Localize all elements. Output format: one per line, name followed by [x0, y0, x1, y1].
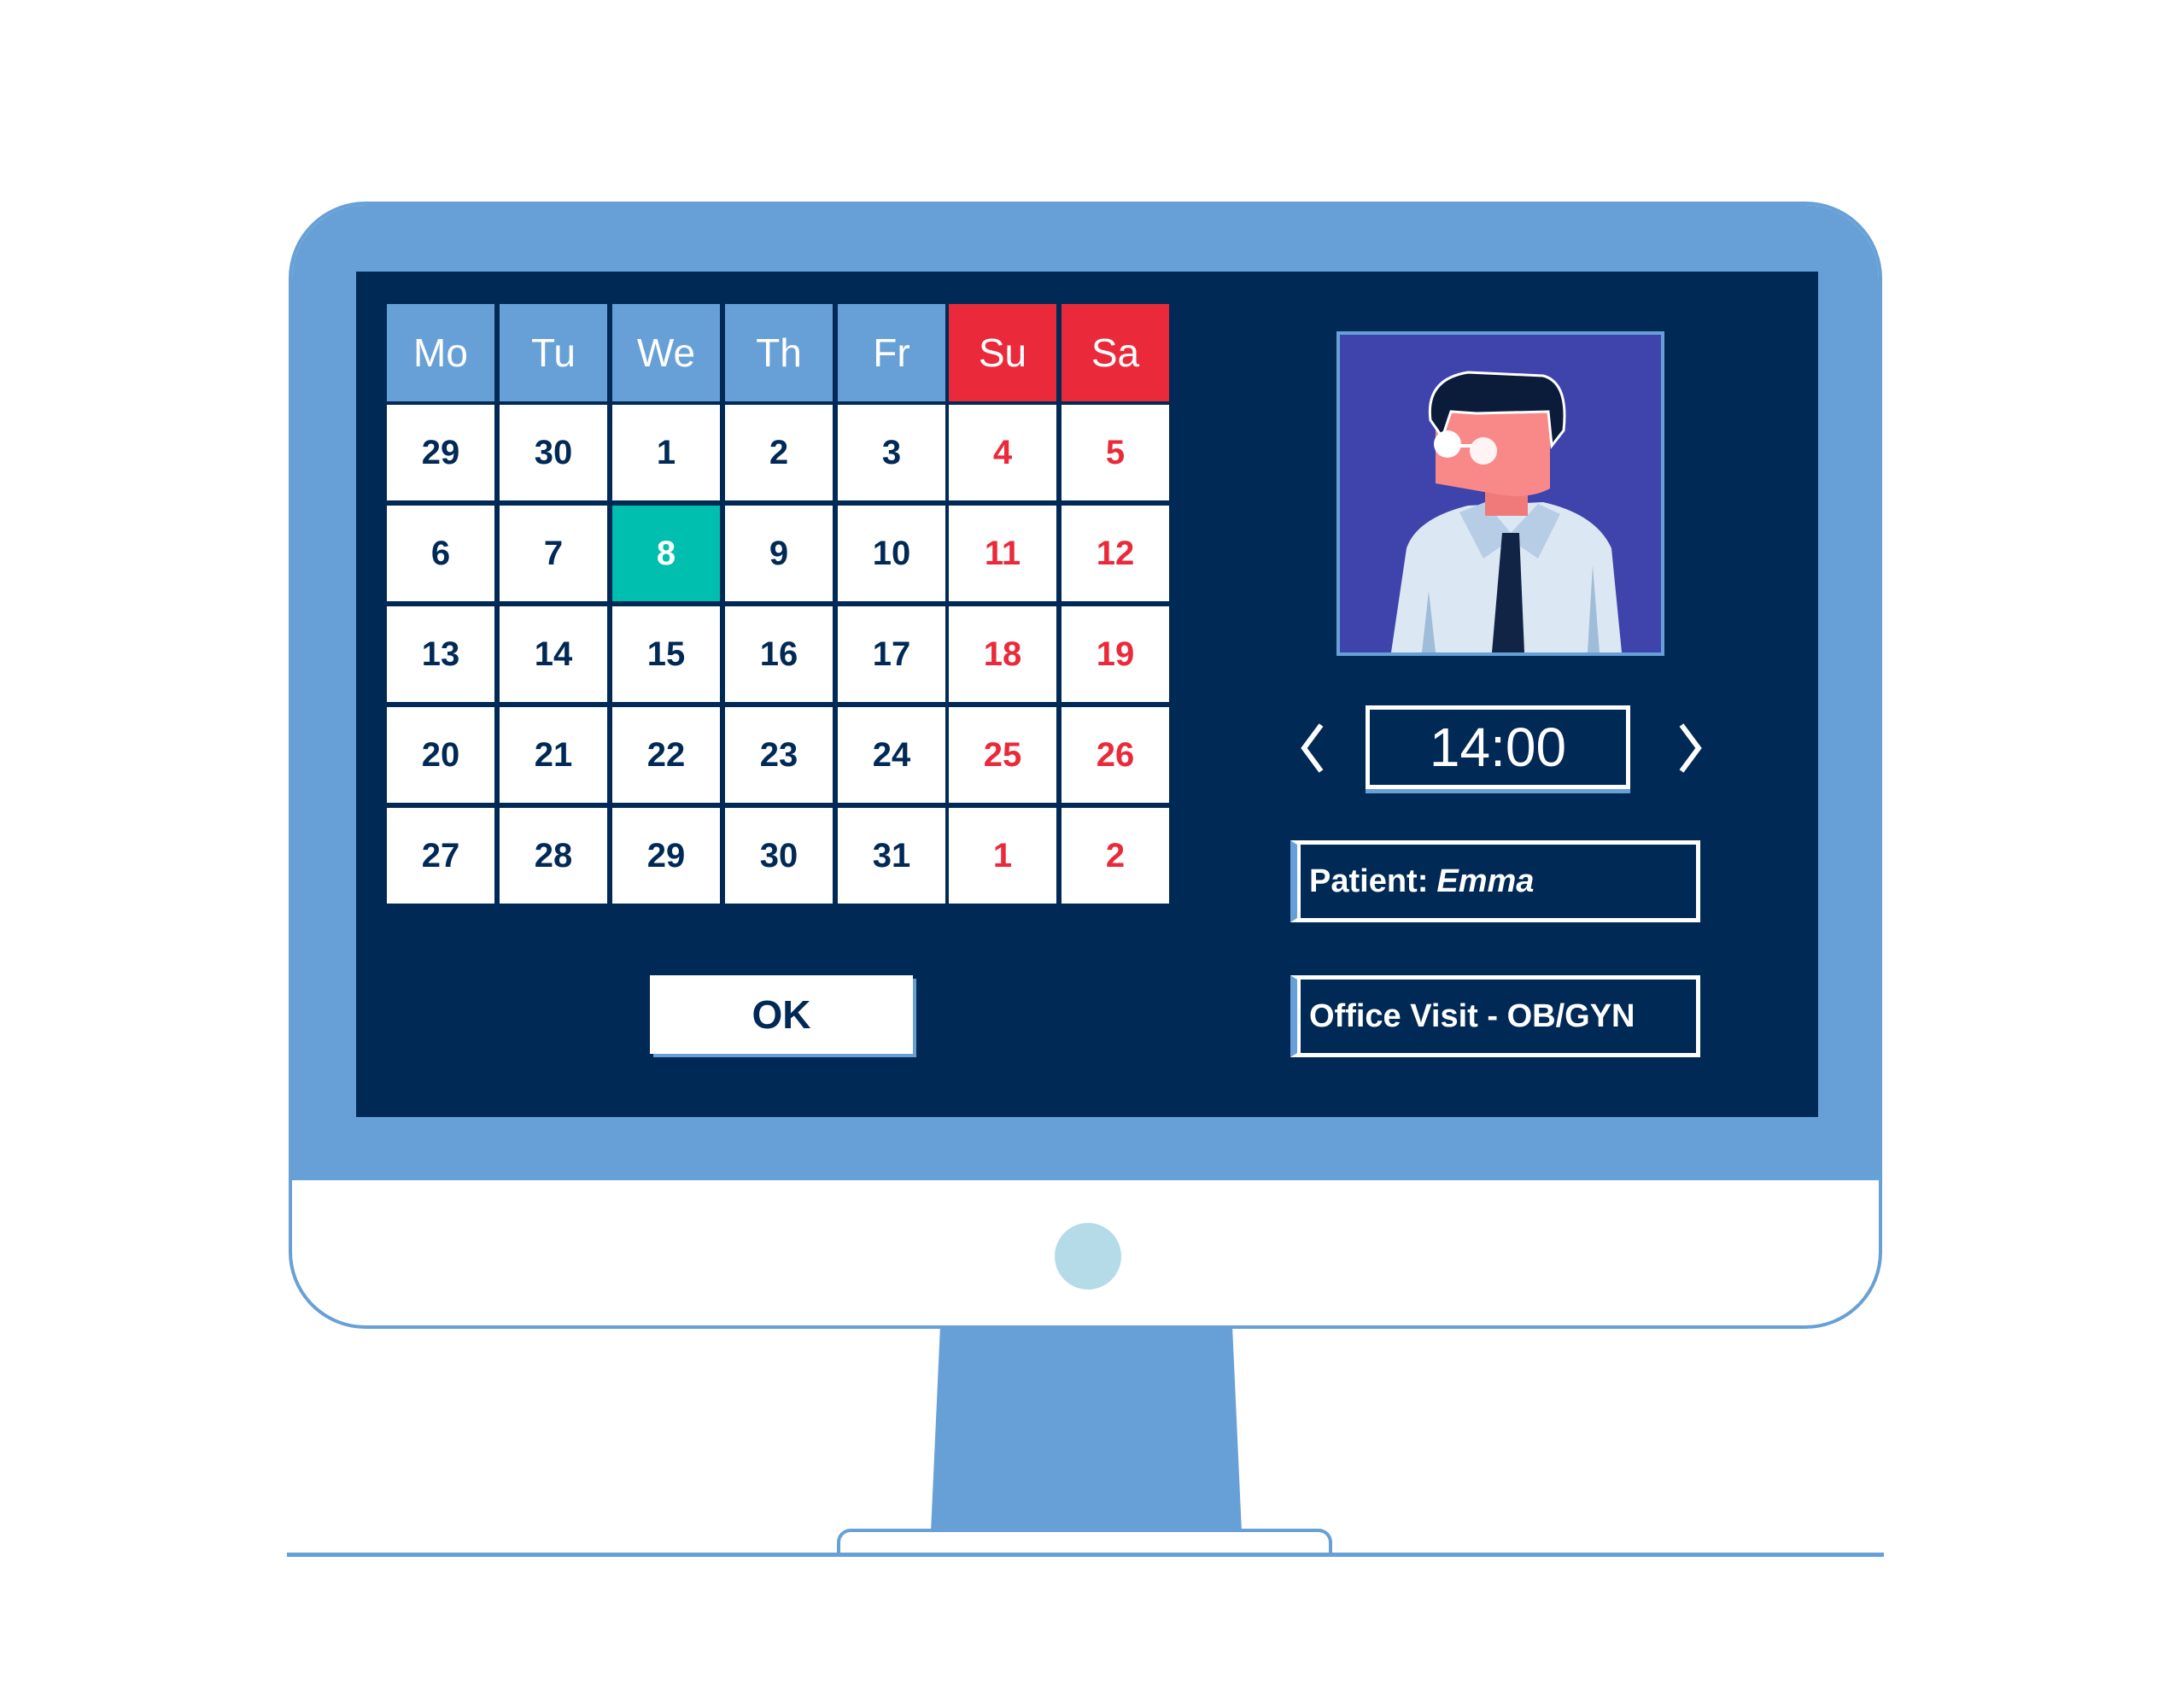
calendar-day[interactable]: 29: [612, 808, 720, 904]
doctor-avatar-illustration: [1391, 371, 1622, 652]
calendar-day[interactable]: 24: [838, 707, 945, 803]
calendar-day[interactable]: 30: [500, 405, 607, 500]
calendar-day-weekend[interactable]: 19: [1062, 606, 1169, 702]
doctor-avatar: [1336, 331, 1664, 656]
calendar-day-weekend[interactable]: 4: [949, 405, 1056, 500]
calendar-day[interactable]: 3: [838, 405, 945, 500]
calendar-day[interactable]: 14: [500, 606, 607, 702]
calendar-week: 13 14 15 16 17 18 19: [387, 606, 1173, 707]
time-next-button[interactable]: [1664, 714, 1716, 782]
illustration-stage: Mo Tu We Th Fr Su Sa 29 30 1 2 3 4 5 6 7…: [0, 0, 2164, 1708]
calendar-day[interactable]: 28: [500, 808, 607, 904]
screen: Mo Tu We Th Fr Su Sa 29 30 1 2 3 4 5 6 7…: [356, 272, 1818, 1117]
calendar-day[interactable]: 30: [725, 808, 833, 904]
calendar-week: 6 7 8 9 10 11 12: [387, 506, 1173, 606]
calendar-day[interactable]: 22: [612, 707, 720, 803]
weekday-header: Th: [725, 304, 833, 401]
calendar-day[interactable]: 7: [500, 506, 607, 601]
calendar-day[interactable]: 16: [725, 606, 833, 702]
calendar-grid: 29 30 1 2 3 4 5 6 7 8 9 10 11 12 13 14 1…: [387, 405, 1173, 909]
patient-name: Emma: [1436, 863, 1535, 899]
monitor-stand-base: [837, 1529, 1332, 1554]
calendar-day[interactable]: 15: [612, 606, 720, 702]
weekday-header-weekend: Su: [949, 304, 1056, 401]
calendar-day-weekend[interactable]: 2: [1062, 808, 1169, 904]
patient-label: Patient:: [1309, 863, 1429, 899]
calendar-day-weekend[interactable]: 18: [949, 606, 1056, 702]
calendar-day[interactable]: 27: [387, 808, 494, 904]
calendar-day[interactable]: 23: [725, 707, 833, 803]
calendar-day[interactable]: 21: [500, 707, 607, 803]
calendar-week: 27 28 29 30 31 1 2: [387, 808, 1173, 909]
floor-line: [287, 1553, 1884, 1557]
calendar-day[interactable]: 10: [838, 506, 945, 601]
calendar-day-weekend[interactable]: 5: [1062, 405, 1169, 500]
calendar-day[interactable]: 13: [387, 606, 494, 702]
weekday-header: Fr: [838, 304, 945, 401]
monitor: Mo Tu We Th Fr Su Sa 29 30 1 2 3 4 5 6 7…: [289, 202, 1882, 1329]
monitor-stand: [931, 1327, 1242, 1532]
calendar-day[interactable]: 20: [387, 707, 494, 803]
calendar-day-weekend[interactable]: 1: [949, 808, 1056, 904]
calendar-day[interactable]: 6: [387, 506, 494, 601]
chevron-left-icon: [1301, 723, 1324, 773]
weekday-header-weekend: Sa: [1062, 304, 1169, 401]
calendar-day[interactable]: 9: [725, 506, 833, 601]
weekday-header: Mo: [387, 304, 494, 401]
patient-field[interactable]: Patient: Emma: [1290, 840, 1700, 922]
chevron-right-icon: [1679, 723, 1702, 773]
power-button-icon: [1055, 1223, 1121, 1290]
calendar-week: 20 21 22 23 24 25 26: [387, 707, 1173, 808]
visit-type-field[interactable]: Office Visit - OB/GYN: [1290, 975, 1700, 1057]
calendar-day-weekend[interactable]: 12: [1062, 506, 1169, 601]
weekday-header: We: [612, 304, 720, 401]
calendar-day[interactable]: 31: [838, 808, 945, 904]
calendar-day-weekend[interactable]: 25: [949, 707, 1056, 803]
time-prev-button[interactable]: [1287, 714, 1338, 782]
time-display: 14:00: [1366, 705, 1630, 789]
calendar-day-weekend[interactable]: 26: [1062, 707, 1169, 803]
visit-type-label: Office Visit - OB/GYN: [1309, 997, 1635, 1034]
calendar-day-selected[interactable]: 8: [612, 506, 720, 601]
ok-button[interactable]: OK: [650, 975, 913, 1054]
calendar-day[interactable]: 2: [725, 405, 833, 500]
calendar-header-row: Mo Tu We Th Fr Su Sa: [387, 304, 1173, 401]
calendar-day[interactable]: 1: [612, 405, 720, 500]
calendar-day[interactable]: 17: [838, 606, 945, 702]
calendar-day-weekend[interactable]: 11: [949, 506, 1056, 601]
weekday-header: Tu: [500, 304, 607, 401]
calendar: Mo Tu We Th Fr Su Sa 29 30 1 2 3 4 5 6 7…: [387, 304, 1173, 909]
calendar-week: 29 30 1 2 3 4 5: [387, 405, 1173, 506]
calendar-day[interactable]: 29: [387, 405, 494, 500]
